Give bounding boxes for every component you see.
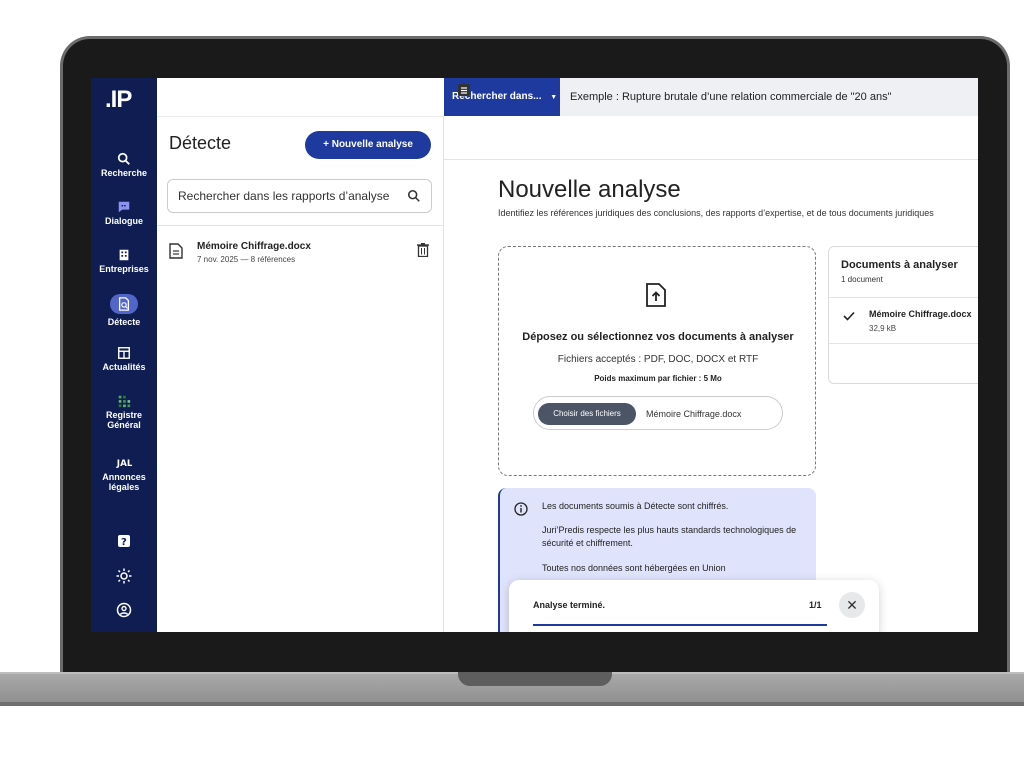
dropzone-max-size: Poids maximum par fichier : 5 Mo [594, 374, 722, 383]
upload-file-icon [646, 283, 666, 307]
dropzone-formats: Fichiers acceptés : PDF, DOC, DOCX et RT… [557, 354, 759, 365]
nav-label: Registre Général [105, 410, 142, 430]
svg-text:?: ? [121, 537, 127, 548]
divider [444, 159, 978, 160]
nav-label: Actualités [102, 362, 146, 372]
document-search-icon [118, 297, 130, 311]
grid-icon [118, 395, 131, 408]
file-dropzone[interactable]: Déposez ou sélectionnez vos documents à … [498, 246, 816, 476]
nav-label: Détecte [107, 317, 141, 327]
nav-rail: .IP Recherche Dialogue Entreprises Détec… [91, 78, 157, 632]
checkmark-icon [843, 311, 855, 321]
main-content: Nouvelle analyse Identifiez les référenc… [444, 84, 978, 632]
report-name: Mémoire Chiffrage.docx [197, 241, 311, 252]
page-subtitle: Identifiez les références juridiques des… [498, 208, 934, 218]
report-meta: 7 nov. 2025 — 8 références [197, 255, 296, 264]
laptop-notch [458, 672, 612, 686]
report-search-input[interactable]: Rechercher dans les rapports d’analyse [167, 179, 432, 213]
panel-title: Détecte [169, 133, 232, 153]
divider [829, 297, 978, 298]
nav-label: Entreprises [99, 264, 149, 274]
toast-message: Analyse terminé. [533, 600, 606, 610]
chosen-file-name: Mémoire Chiffrage.docx [646, 409, 742, 419]
search-icon[interactable] [407, 189, 421, 203]
report-list-item[interactable]: Mémoire Chiffrage.docx 7 nov. 2025 — 8 r… [167, 241, 437, 271]
brightness-icon[interactable] [116, 568, 132, 584]
laptop-base-shadow [0, 702, 1024, 706]
nav-item-registre[interactable]: Registre Général [91, 394, 157, 430]
info-text: Les documents soumis à Détecte sont chif… [542, 501, 729, 511]
documents-to-analyze-card: Documents à analyser 1 document Mémoire … [828, 246, 978, 384]
nav-item-annonces[interactable]: JAL Annonces légales [91, 456, 157, 492]
docs-card-count: 1 document [841, 275, 883, 284]
toast-progress-count: 1/1 [809, 600, 822, 610]
nav-item-recherche[interactable]: Recherche [91, 152, 157, 178]
newspaper-icon [118, 347, 130, 359]
svg-text:JAL: JAL [116, 459, 132, 469]
report-search-placeholder: Rechercher dans les rapports d’analyse [178, 189, 390, 203]
help-icon[interactable]: ? [116, 534, 132, 550]
file-input-field: Choisir des fichiers Mémoire Chiffrage.d… [533, 396, 783, 430]
jal-icon: JAL [116, 459, 132, 469]
analysis-toast: Analyse terminé. 1/1 ✕ [509, 580, 879, 632]
chat-icon [118, 201, 130, 213]
nav-item-entreprises[interactable]: Entreprises [91, 248, 157, 274]
app-screen: .IP Recherche Dialogue Entreprises Détec… [91, 78, 978, 632]
nav-label: Annonces légales [102, 472, 146, 492]
app-logo[interactable]: .IP [105, 86, 132, 114]
page-title: Nouvelle analyse [498, 176, 681, 203]
close-icon[interactable]: ✕ [839, 592, 865, 618]
info-text: Toutes nos données sont hébergées en Uni… [542, 563, 726, 573]
doc-file-size: 32,9 kB [869, 324, 897, 333]
new-analysis-button[interactable]: + Nouvelle analyse [305, 131, 431, 159]
building-icon [119, 249, 129, 261]
choose-files-button[interactable]: Choisir des fichiers [538, 403, 636, 425]
active-pill [110, 294, 138, 314]
divider [157, 225, 444, 226]
info-text: Juri’Predis respecte les plus hauts stan… [542, 525, 797, 548]
search-icon [117, 152, 130, 165]
document-icon [169, 243, 183, 259]
global-search-input[interactable]: Exemple : Rupture brutale d’une relation… [560, 78, 978, 116]
docs-card-title: Documents à analyser [841, 259, 958, 271]
doc-file-name: Mémoire Chiffrage.docx [869, 309, 972, 319]
nav-item-actualites[interactable]: Actualités [91, 346, 157, 372]
chevron-down-icon: ▼ [550, 94, 558, 101]
list-view-icon[interactable] [458, 84, 470, 96]
nav-item-dialogue[interactable]: Dialogue [91, 200, 157, 226]
info-icon [514, 502, 528, 516]
nav-item-detecte[interactable]: Détecte [91, 294, 157, 327]
account-icon[interactable] [116, 602, 132, 618]
divider [829, 343, 978, 344]
reports-panel: Détecte + Nouvelle analyse Rechercher da… [157, 116, 444, 632]
toast-progress-bar [533, 624, 827, 626]
top-search-bar: Rechercher dans... ▼ Exemple : Rupture b… [157, 78, 978, 116]
nav-label: Dialogue [104, 216, 143, 226]
nav-label: Recherche [100, 168, 148, 178]
dropzone-title: Déposez ou sélectionnez vos documents à … [522, 331, 794, 343]
trash-icon[interactable] [417, 243, 429, 257]
